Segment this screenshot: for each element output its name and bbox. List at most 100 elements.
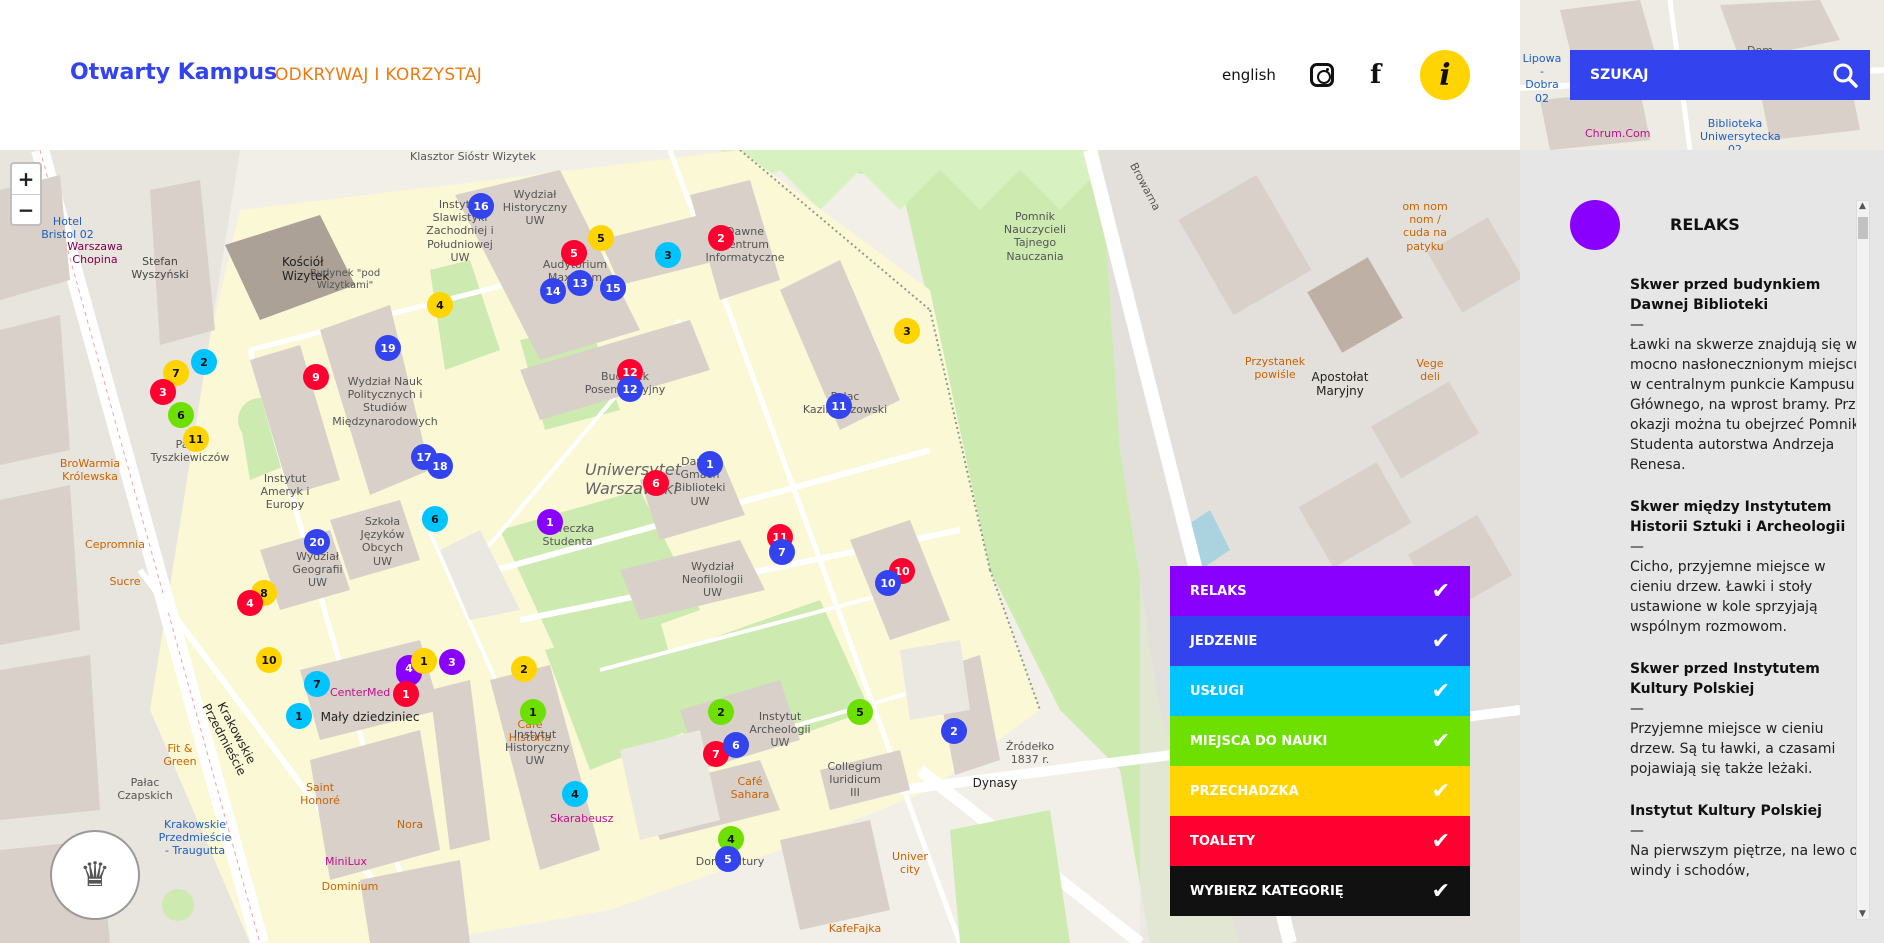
- map-pin[interactable]: 10: [875, 570, 901, 596]
- item-dash: —: [1630, 701, 1644, 717]
- map-label: MiniLux: [325, 855, 367, 868]
- map-pin[interactable]: 2: [941, 718, 967, 744]
- check-icon: ✔: [1431, 778, 1450, 804]
- map-pin[interactable]: 6: [168, 402, 194, 428]
- category-przechadzka[interactable]: PRZECHADZKA ✔: [1170, 766, 1470, 816]
- map-pin[interactable]: 19: [375, 335, 401, 361]
- map-label: Saint Honoré: [300, 781, 340, 808]
- category-dot: [1570, 200, 1620, 250]
- map-label: Nora: [396, 818, 424, 831]
- map-pin[interactable]: 11: [183, 426, 209, 452]
- map-label: Chrum.Com: [1585, 127, 1651, 140]
- map-pin[interactable]: 5: [847, 699, 873, 725]
- facebook-icon[interactable]: f: [1370, 60, 1381, 90]
- map-label: Budynek "pod Wizytkami": [309, 268, 381, 291]
- map-label: Stefan Wyszyński: [131, 255, 189, 282]
- category-panel: RELAKS 1. Skwer przed budynkiem Dawnej B…: [1520, 150, 1884, 943]
- map-pin[interactable]: 3: [439, 649, 465, 675]
- item-title: Skwer przed budynkiem Dawnej Biblioteki: [1630, 277, 1821, 313]
- map-pin[interactable]: 7: [769, 539, 795, 565]
- map-pin[interactable]: 2: [708, 699, 734, 725]
- check-icon: ✔: [1431, 678, 1450, 704]
- map-pin[interactable]: 3: [894, 318, 920, 344]
- map-pin[interactable]: 4: [427, 292, 453, 318]
- item-description: Ławki na skwerze znajdują się w mocno na…: [1630, 337, 1867, 473]
- map-pin[interactable]: 2: [708, 225, 734, 251]
- map-pin[interactable]: 1: [393, 681, 419, 707]
- category-label: MIEJSCA DO NAUKI: [1190, 733, 1328, 749]
- map-pin[interactable]: 12: [617, 376, 643, 402]
- category-select-all[interactable]: WYBIERZ KATEGORIĘ ✔: [1170, 866, 1470, 916]
- map-label: Przystanek powiśle: [1244, 355, 1306, 382]
- scroll-up-icon[interactable]: ▲: [1859, 201, 1866, 211]
- map-pin[interactable]: 20: [304, 529, 330, 555]
- map-pin[interactable]: 5: [561, 240, 587, 266]
- item-description: Cicho, przyjemne miejsce w cieniu drzew.…: [1630, 559, 1826, 635]
- map-label: Pomnik Nauczycieli Tajnego Nauczania: [1003, 210, 1067, 263]
- map-label: BroWarmia Królewska: [59, 457, 121, 484]
- category-jedzenie[interactable]: JEDZENIE ✔: [1170, 616, 1470, 666]
- map-pin[interactable]: 5: [588, 225, 614, 251]
- scroll-down-icon[interactable]: ▼: [1859, 909, 1866, 919]
- map-pin[interactable]: 4: [562, 781, 588, 807]
- map-pin[interactable]: 6: [422, 506, 448, 532]
- search-button[interactable]: SZUKAJ: [1570, 50, 1870, 100]
- map-pin[interactable]: 14: [540, 278, 566, 304]
- zoom-in-button[interactable]: +: [12, 164, 40, 194]
- check-icon: ✔: [1431, 828, 1450, 854]
- map-label: Wydział Nauk Politycznych i Studiów Międ…: [332, 375, 438, 428]
- map-pin[interactable]: 1: [537, 509, 563, 535]
- map-pin[interactable]: 16: [468, 193, 494, 219]
- zoom-out-button[interactable]: −: [12, 194, 40, 224]
- list-item[interactable]: 3. Skwer przed Instytutem Kultury Polski…: [1620, 659, 1870, 779]
- info-button[interactable]: i: [1420, 50, 1470, 100]
- map-label: Warszawa Chopina: [67, 240, 123, 267]
- map-pin[interactable]: 9: [303, 364, 329, 390]
- panel-title: RELAKS: [1670, 215, 1740, 234]
- brand-tagline: ODKRYWAJ I KORZYSTAJ: [275, 65, 483, 85]
- zoom-control: + −: [10, 162, 42, 226]
- map-pin[interactable]: 1: [411, 648, 437, 674]
- list-item[interactable]: 2. Skwer między Instytutem Historii Sztu…: [1620, 497, 1870, 637]
- map-label: Hotel Bristol 02: [41, 215, 94, 242]
- map-pin[interactable]: 6: [643, 470, 669, 496]
- map-label: Wydział Historyczny UW: [502, 188, 568, 228]
- map-pin[interactable]: 2: [191, 349, 217, 375]
- map-pin[interactable]: 3: [655, 242, 681, 268]
- map-pin[interactable]: 10: [256, 647, 282, 673]
- map-pin[interactable]: 6: [723, 732, 749, 758]
- check-icon: ✔: [1431, 878, 1450, 904]
- language-link[interactable]: english: [1222, 66, 1276, 84]
- map-pin[interactable]: 3: [150, 379, 176, 405]
- category-relaks[interactable]: RELAKS ✔: [1170, 566, 1470, 616]
- map-pin[interactable]: 5: [715, 846, 741, 872]
- scroll-thumb[interactable]: [1858, 217, 1868, 239]
- map-label: Pałac Czapskich: [117, 776, 173, 803]
- map-label: om nom nom / cuda na patyku: [1402, 200, 1448, 253]
- panel-scrollbar[interactable]: ▲ ▼: [1856, 200, 1870, 920]
- map-pin[interactable]: 11: [826, 393, 852, 419]
- map-pin[interactable]: 1: [520, 699, 546, 725]
- instagram-icon[interactable]: [1310, 63, 1334, 87]
- map-pin[interactable]: 1: [697, 451, 723, 477]
- category-uslugi[interactable]: USŁUGI ✔: [1170, 666, 1470, 716]
- map-label: Apostołat Maryjny: [1311, 370, 1369, 399]
- map-pin[interactable]: 18: [427, 453, 453, 479]
- app-root: { "header": { "brand": "Otwarty Kampus",…: [0, 0, 1884, 943]
- brand-logo[interactable]: Otwarty Kampus: [70, 60, 277, 85]
- map-label: Wydział Neofilologii UW: [681, 560, 744, 600]
- map-pin[interactable]: 1: [286, 703, 312, 729]
- list-item[interactable]: 1. Skwer przed budynkiem Dawnej Bibliote…: [1620, 275, 1870, 475]
- item-dash: —: [1630, 317, 1644, 333]
- list-item[interactable]: 4. Instytut Kultury Polskiej — Na pierws…: [1620, 801, 1870, 881]
- check-icon: ✔: [1431, 728, 1450, 754]
- map-pin[interactable]: 2: [511, 656, 537, 682]
- category-toalety[interactable]: TOALETY ✔: [1170, 816, 1470, 866]
- category-miejsca-do-nauki[interactable]: MIEJSCA DO NAUKI ✔: [1170, 716, 1470, 766]
- map-pin[interactable]: 13: [567, 270, 593, 296]
- map-pin[interactable]: 15: [600, 275, 626, 301]
- item-dash: —: [1630, 823, 1644, 839]
- map-label: Fit & Green: [163, 742, 197, 769]
- map-pin[interactable]: 4: [237, 590, 263, 616]
- map-pin[interactable]: 7: [304, 671, 330, 697]
